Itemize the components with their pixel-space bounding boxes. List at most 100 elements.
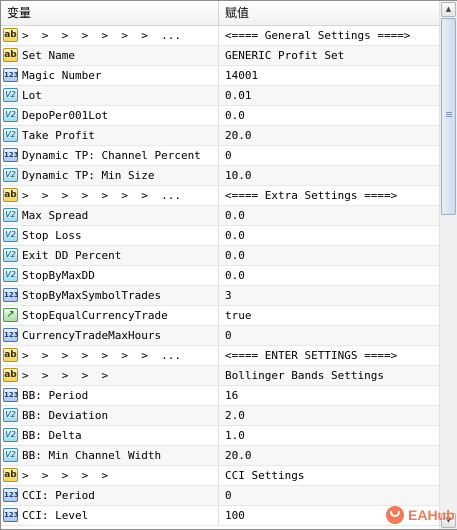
value-cell[interactable]: 0.0 (219, 106, 439, 125)
table-row[interactable]: 123 BB: Period 16 (1, 386, 439, 406)
integer-type-icon: 123 (3, 288, 19, 302)
value-cell[interactable]: true (219, 306, 439, 325)
value-cell[interactable]: 2.0 (219, 406, 439, 425)
value-cell[interactable]: 0 (219, 486, 439, 505)
string-type-icon: ab (3, 28, 18, 42)
variable-cell[interactable]: V2 Exit DD Percent (1, 246, 219, 265)
table-row[interactable]: 123 Dynamic TP: Channel Percent 0 (1, 146, 439, 166)
value-cell[interactable]: 20.0 (219, 446, 439, 465)
variable-cell[interactable]: V2 StopByMaxDD (1, 266, 219, 285)
variable-name: CCI: Level (22, 509, 89, 522)
variable-cell[interactable]: V2 BB: Min Channel Width (1, 446, 219, 465)
table-row[interactable]: ab Set Name GENERIC Profit Set (1, 46, 439, 66)
variable-cell[interactable]: 123 CCI: Period (1, 486, 219, 505)
table-row[interactable]: V2 Stop Loss 0.0 (1, 226, 439, 246)
double-type-icon: V2 (3, 248, 18, 262)
value-cell[interactable]: 1.0 (219, 426, 439, 445)
variable-cell[interactable]: ab > > > > > > > ... (1, 26, 219, 45)
value-cell[interactable]: 0 (219, 146, 439, 165)
value-cell[interactable]: 0.01 (219, 86, 439, 105)
variable-value: <==== Extra Settings ====> (225, 189, 398, 202)
table-row[interactable]: V2 Dynamic TP: Min Size 10.0 (1, 166, 439, 186)
scrollbar-thumb[interactable] (441, 18, 456, 215)
variable-cell[interactable]: V2 Lot (1, 86, 219, 105)
integer-type-icon: 123 (3, 388, 19, 402)
variable-name: Dynamic TP: Channel Percent (22, 149, 201, 162)
variable-cell[interactable]: ↗ StopEqualCurrencyTrade (1, 306, 219, 325)
value-cell[interactable]: 0.0 (219, 226, 439, 245)
table-row[interactable]: V2 DepoPer001Lot 0.0 (1, 106, 439, 126)
value-cell[interactable]: CCI Settings (219, 466, 439, 485)
value-cell[interactable]: 14001 (219, 66, 439, 85)
value-cell[interactable]: <==== General Settings ====> (219, 26, 439, 45)
table-row[interactable]: V2 Exit DD Percent 0.0 (1, 246, 439, 266)
bool-type-icon: ↗ (3, 308, 18, 322)
variable-cell[interactable]: 123 Magic Number (1, 66, 219, 85)
variable-value: 0.01 (225, 89, 252, 102)
value-cell[interactable]: 10.0 (219, 166, 439, 185)
table-row[interactable]: ↗ StopEqualCurrencyTrade true (1, 306, 439, 326)
value-cell[interactable]: <==== ENTER SETTINGS ====> (219, 346, 439, 365)
value-cell[interactable]: 20.0 (219, 126, 439, 145)
table-row[interactable]: V2 Max Spread 0.0 (1, 206, 439, 226)
variable-cell[interactable]: 123 CurrencyTradeMaxHours (1, 326, 219, 345)
scroll-up-icon[interactable]: ▲ (441, 2, 456, 17)
value-cell[interactable]: 16 (219, 386, 439, 405)
variable-cell[interactable]: V2 Stop Loss (1, 226, 219, 245)
value-cell[interactable]: 0.0 (219, 206, 439, 225)
table-row[interactable]: ab > > > > > > > ... <==== Extra Settings … (1, 186, 439, 206)
value-cell[interactable]: 0 (219, 326, 439, 345)
table-row[interactable]: 123 Magic Number 14001 (1, 66, 439, 86)
variable-name: StopByMaxSymbolTrades (22, 289, 162, 302)
value-cell[interactable]: Bollinger Bands Settings (219, 366, 439, 385)
column-header-value[interactable]: 赋值 (219, 1, 439, 25)
variable-cell[interactable]: V2 Take Profit (1, 126, 219, 145)
variable-cell[interactable]: ab > > > > > (1, 366, 219, 385)
variable-name: DepoPer001Lot (22, 109, 109, 122)
variable-value: 20.0 (225, 449, 252, 462)
column-header-variable[interactable]: 变量 (1, 1, 219, 25)
table-row[interactable]: V2 Lot 0.01 (1, 86, 439, 106)
value-cell[interactable]: 0.0 (219, 246, 439, 265)
table-row[interactable]: V2 Take Profit 20.0 (1, 126, 439, 146)
variable-name: BB: Deviation (22, 409, 109, 422)
table-row[interactable]: ab > > > > > > > ... <==== General Setting… (1, 26, 439, 46)
variable-value: 0 (225, 149, 232, 162)
variable-cell[interactable]: ab > > > > > > > ... (1, 186, 219, 205)
variable-cell[interactable]: 123 StopByMaxSymbolTrades (1, 286, 219, 305)
variable-cell[interactable]: V2 BB: Delta (1, 426, 219, 445)
table-row[interactable]: V2 BB: Min Channel Width 20.0 (1, 446, 439, 466)
double-type-icon: V2 (3, 228, 18, 242)
table-row[interactable]: ab > > > > > > > ... <==== ENTER SETTINGS … (1, 346, 439, 366)
variable-cell[interactable]: 123 Dynamic TP: Channel Percent (1, 146, 219, 165)
variable-value: <==== General Settings ====> (225, 29, 411, 42)
value-cell[interactable]: 3 (219, 286, 439, 305)
variable-cell[interactable]: ab > > > > > (1, 466, 219, 485)
variable-cell[interactable]: 123 BB: Period (1, 386, 219, 405)
variable-value: true (225, 309, 252, 322)
variable-cell[interactable]: V2 Dynamic TP: Min Size (1, 166, 219, 185)
vertical-scrollbar[interactable]: ▲ ▼ (439, 1, 457, 529)
variable-name: BB: Min Channel Width (22, 449, 162, 462)
variable-cell[interactable]: 123 CCI: Level (1, 506, 219, 525)
integer-type-icon: 123 (3, 148, 19, 162)
table-row[interactable]: 123 CCI: Period 0 (1, 486, 439, 506)
watermark: EAHub (386, 504, 455, 526)
table-row[interactable]: 123 StopByMaxSymbolTrades 3 (1, 286, 439, 306)
table-row[interactable]: V2 BB: Delta 1.0 (1, 426, 439, 446)
value-cell[interactable]: 0.0 (219, 266, 439, 285)
table-row[interactable]: ab > > > > > Bollinger Bands Settings (1, 366, 439, 386)
table-row[interactable]: V2 StopByMaxDD 0.0 (1, 266, 439, 286)
table-row[interactable]: 123 CCI: Level 100 (1, 506, 439, 526)
value-cell[interactable]: GENERIC Profit Set (219, 46, 439, 65)
inputs-table: 变量 赋值 ab > > > > > > > ... <==== General S… (0, 0, 457, 530)
variable-cell[interactable]: V2 BB: Deviation (1, 406, 219, 425)
variable-cell[interactable]: V2 DepoPer001Lot (1, 106, 219, 125)
value-cell[interactable]: <==== Extra Settings ====> (219, 186, 439, 205)
table-row[interactable]: 123 CurrencyTradeMaxHours 0 (1, 326, 439, 346)
table-row[interactable]: V2 BB: Deviation 2.0 (1, 406, 439, 426)
variable-cell[interactable]: ab Set Name (1, 46, 219, 65)
variable-cell[interactable]: V2 Max Spread (1, 206, 219, 225)
table-row[interactable]: ab > > > > > CCI Settings (1, 466, 439, 486)
variable-cell[interactable]: ab > > > > > > > ... (1, 346, 219, 365)
